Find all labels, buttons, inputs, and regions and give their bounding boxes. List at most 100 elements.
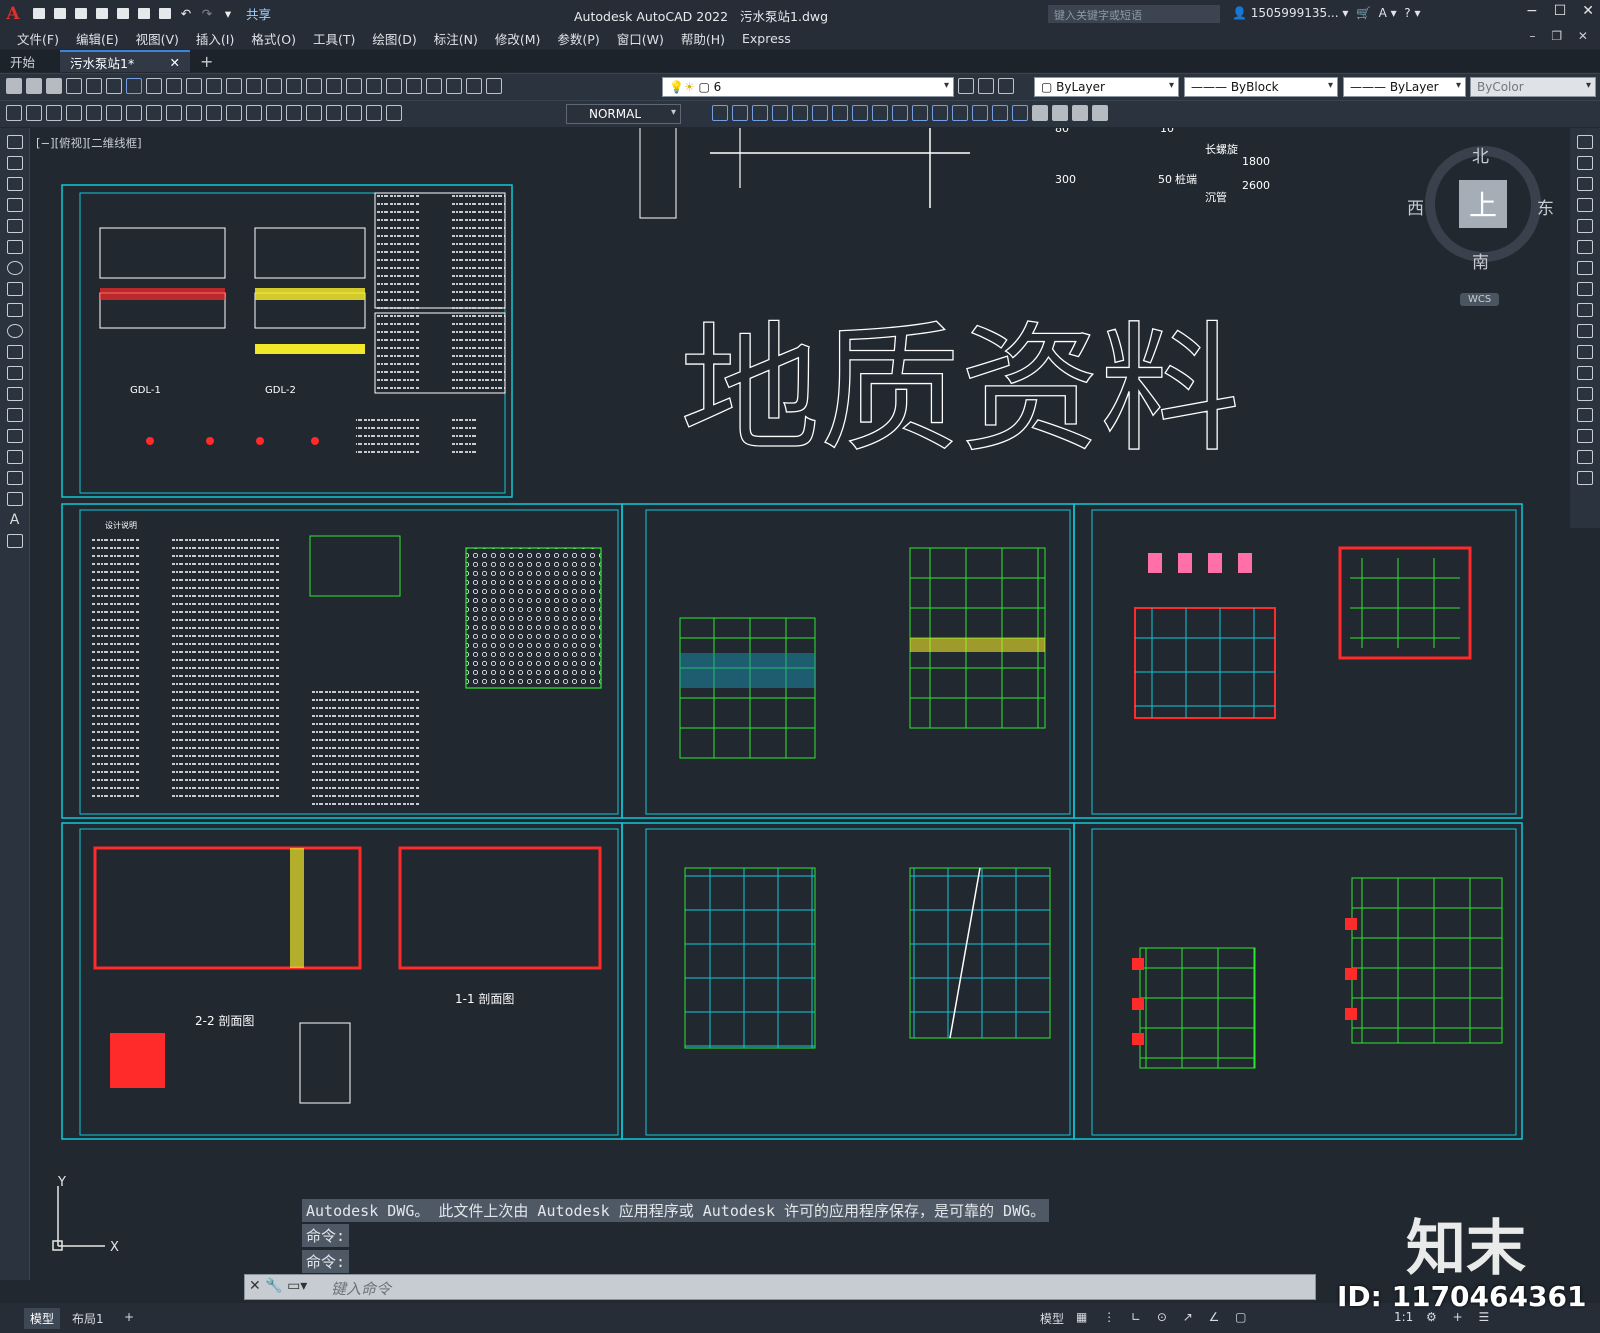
menu-help[interactable]: 帮助(H) <box>681 29 725 48</box>
open-icon[interactable] <box>26 78 42 94</box>
center-mark-icon[interactable] <box>286 105 302 121</box>
stretch-icon[interactable] <box>872 105 888 121</box>
break-point-icon[interactable] <box>1577 366 1593 380</box>
menu-express[interactable]: Express <box>742 31 791 46</box>
dim-style-dropdown[interactable]: NORMAL ▾ <box>566 104 681 124</box>
save-as-icon[interactable] <box>93 6 111 22</box>
layer-dropdown[interactable]: 💡☀ ▢ 6 ▾ <box>662 77 954 97</box>
point-icon[interactable] <box>6 408 23 422</box>
lineweight-dropdown[interactable]: ——— ByLayer ▾ <box>1343 77 1466 97</box>
color-dropdown[interactable]: ▢ ByLayer ▾ <box>1034 77 1179 97</box>
tab-drawing[interactable]: 污水泵站1* ✕ <box>60 50 190 72</box>
move-icon[interactable] <box>1577 240 1593 254</box>
trim-icon[interactable] <box>892 105 908 121</box>
print-icon[interactable] <box>66 78 82 94</box>
spline-icon[interactable] <box>6 303 23 317</box>
gradient-icon[interactable] <box>6 450 23 464</box>
hatch-edit-icon[interactable] <box>1092 105 1108 121</box>
close-button[interactable]: ✕ <box>1582 3 1594 19</box>
scale-icon[interactable] <box>1577 282 1593 296</box>
command-line[interactable]: ✕ 🔧 ▭▾ 键入命令 <box>244 1274 1316 1300</box>
mirror-icon[interactable] <box>1577 177 1593 191</box>
paste-icon[interactable] <box>186 78 202 94</box>
erase-icon[interactable] <box>1577 135 1593 149</box>
menu-parameters[interactable]: 参数(P) <box>557 29 599 48</box>
extend-icon[interactable] <box>1577 345 1593 359</box>
publish-icon[interactable] <box>126 78 142 94</box>
revcloud-icon[interactable] <box>6 282 23 296</box>
publish-icon[interactable] <box>114 6 132 22</box>
compass-west[interactable]: 西 <box>1407 194 1424 219</box>
polygon-icon[interactable] <box>6 198 23 212</box>
chamfer-icon[interactable] <box>972 105 988 121</box>
calc-icon[interactable] <box>446 78 462 94</box>
tab-close-icon[interactable]: ✕ <box>170 55 180 70</box>
menu-dimension[interactable]: 标注(N) <box>434 29 478 48</box>
tab-layout1[interactable]: 布局1 <box>66 1308 110 1329</box>
minimize-button[interactable]: − <box>1526 3 1538 19</box>
dim-update-icon[interactable] <box>386 105 402 121</box>
dim-baseline-icon[interactable] <box>186 105 202 121</box>
ungroup-icon[interactable] <box>1072 105 1088 121</box>
array-icon[interactable] <box>792 105 808 121</box>
menu-insert[interactable]: 插入(I) <box>196 29 234 48</box>
zoom-prev-icon[interactable] <box>326 78 342 94</box>
match-icon[interactable] <box>206 78 222 94</box>
redo-icon[interactable] <box>246 78 262 94</box>
dim-jogged-icon[interactable] <box>106 105 122 121</box>
menu-file[interactable]: 文件(F) <box>17 29 59 48</box>
rotate-icon[interactable] <box>1577 261 1593 275</box>
make-block-icon[interactable] <box>6 387 23 401</box>
undo-icon[interactable] <box>226 78 242 94</box>
mirror-icon[interactable] <box>752 105 768 121</box>
new-tab-button[interactable]: + <box>190 50 223 72</box>
maximize-button[interactable]: ☐ <box>1554 3 1567 19</box>
jog-line-icon[interactable] <box>326 105 342 121</box>
dim-angular-icon[interactable] <box>146 105 162 121</box>
user-account[interactable]: 👤 1505999135... ▾ 🛒 A ▾ ? ▾ <box>1232 6 1420 20</box>
model-space-button[interactable]: 模型 <box>1034 1308 1070 1329</box>
break-icon[interactable] <box>1577 387 1593 401</box>
wcs-menu[interactable]: WCS <box>1460 293 1500 306</box>
linetype-dropdown[interactable]: ——— ByBlock ▾ <box>1184 77 1338 97</box>
export-icon[interactable] <box>135 6 153 22</box>
array-icon[interactable] <box>1577 219 1593 233</box>
break-icon[interactable] <box>932 105 948 121</box>
trim-icon[interactable] <box>1577 324 1593 338</box>
insert-block-icon[interactable] <box>6 366 23 380</box>
dim-continue-icon[interactable] <box>206 105 222 121</box>
open-icon[interactable] <box>51 6 69 22</box>
layer-match-icon[interactable] <box>978 78 994 94</box>
compass-south[interactable]: 南 <box>1472 248 1489 273</box>
rectangle-icon[interactable] <box>6 219 23 233</box>
erase-icon[interactable] <box>712 105 728 121</box>
properties-icon[interactable] <box>346 78 362 94</box>
tolerance-icon[interactable] <box>266 105 282 121</box>
tab-start[interactable]: 开始 <box>0 50 60 72</box>
new-icon[interactable] <box>6 78 22 94</box>
preview-icon[interactable] <box>86 78 102 94</box>
status-toggles[interactable]: ▦ ⋮ ∟ ⊙ ↗ ∠ ▢ <box>1070 1308 1258 1326</box>
dim-linear-icon[interactable] <box>6 105 22 121</box>
join-icon[interactable] <box>1577 408 1593 422</box>
group-icon[interactable] <box>1052 105 1068 121</box>
table-icon[interactable] <box>6 492 23 506</box>
customize-icon[interactable]: ▾ <box>219 6 237 22</box>
autocad-logo[interactable]: A <box>0 0 26 27</box>
layer-manager-icon[interactable] <box>486 78 502 94</box>
sheet-set-icon[interactable] <box>406 78 422 94</box>
dim-arc-icon[interactable] <box>46 105 62 121</box>
line-icon[interactable] <box>6 135 23 149</box>
draworder-icon[interactable] <box>1032 105 1048 121</box>
inspect-icon[interactable] <box>306 105 322 121</box>
compass-east[interactable]: 东 <box>1537 194 1554 219</box>
dim-radius-icon[interactable] <box>86 105 102 121</box>
viewcube-top-face[interactable]: 上 <box>1459 180 1507 228</box>
copy-icon[interactable] <box>1577 156 1593 170</box>
construction-line-icon[interactable] <box>6 156 23 170</box>
viewport-label[interactable]: [−][俯视][二维线框] <box>36 135 142 151</box>
menu-tools[interactable]: 工具(T) <box>313 29 355 48</box>
dim-ordinate-icon[interactable] <box>66 105 82 121</box>
document-window-controls[interactable]: – ❐ ✕ <box>1530 29 1594 43</box>
dim-diameter-icon[interactable] <box>126 105 142 121</box>
